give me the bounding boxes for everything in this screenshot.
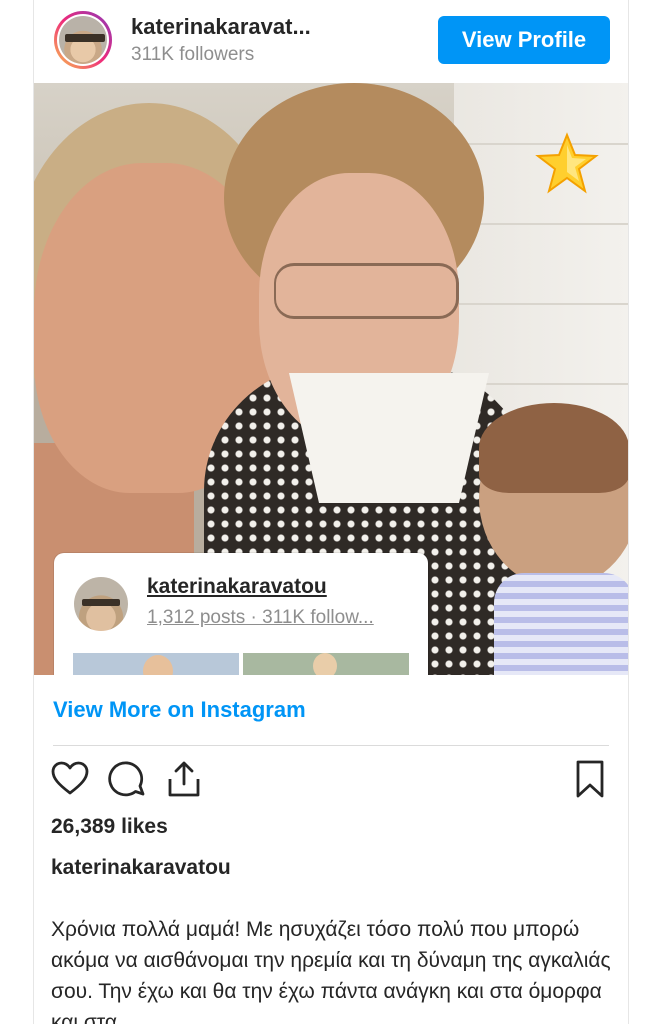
preview-thumbnail[interactable]: [243, 653, 409, 675]
preview-thumbnail[interactable]: [73, 653, 239, 675]
preview-stats[interactable]: 1,312 posts · 311K follow...: [147, 607, 374, 629]
share-icon[interactable]: [164, 759, 204, 799]
preview-avatar[interactable]: [74, 577, 128, 631]
heart-icon[interactable]: [50, 759, 90, 799]
post-caption: Χρόνια πολλά μαμά! Με ησυχάζει τόσο πολύ…: [51, 918, 611, 1024]
profile-avatar[interactable]: [54, 11, 112, 69]
post-header: katerinakaravat... 311K followers View P…: [34, 0, 628, 82]
like-count[interactable]: 26,389 likes: [51, 815, 168, 839]
glasses: [274, 263, 459, 319]
view-profile-button[interactable]: View Profile: [438, 16, 610, 64]
preview-username[interactable]: katerinakaravatou: [147, 575, 327, 599]
comment-icon[interactable]: [107, 759, 147, 799]
avatar-photo: [59, 16, 107, 64]
post-photo[interactable]: katerinakaravatou 1,312 posts · 311K fol…: [34, 83, 628, 675]
profile-preview-card[interactable]: katerinakaravatou 1,312 posts · 311K fol…: [54, 553, 428, 675]
view-more-link[interactable]: View More on Instagram: [53, 697, 306, 723]
follower-count: 311K followers: [131, 44, 255, 65]
instagram-embed-card: katerinakaravat... 311K followers View P…: [33, 0, 629, 1024]
profile-username[interactable]: katerinakaravat...: [131, 14, 311, 40]
star-sticker-icon: [535, 132, 599, 194]
post-owner-username[interactable]: katerinakaravatou: [51, 856, 231, 880]
divider: [53, 745, 609, 746]
bookmark-icon[interactable]: [570, 759, 610, 799]
